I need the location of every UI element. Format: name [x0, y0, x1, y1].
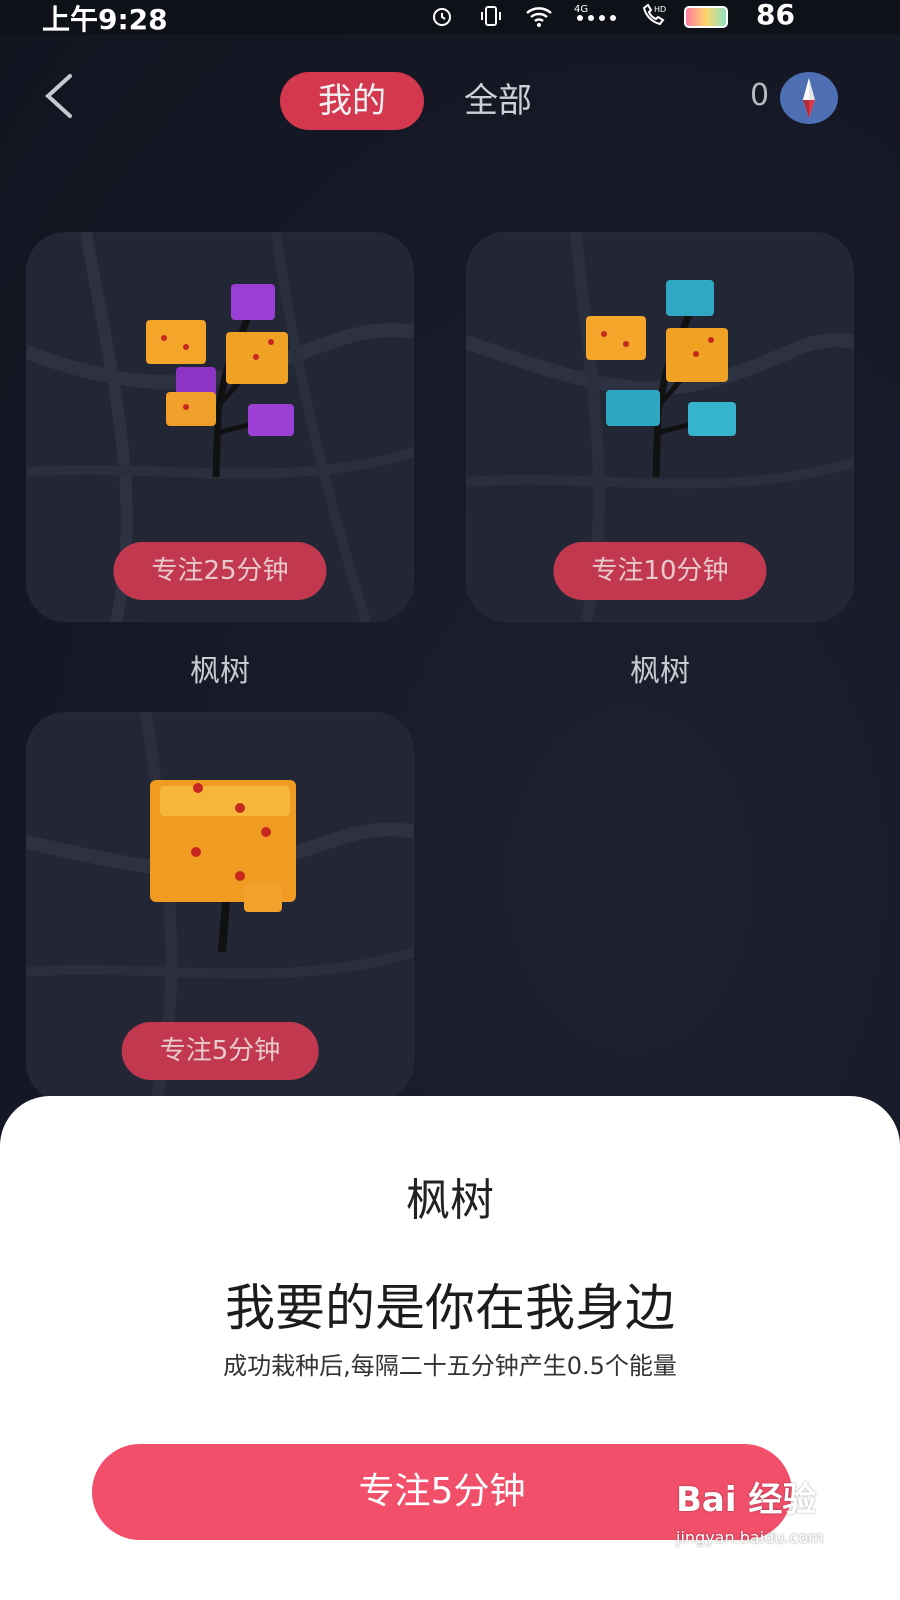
vibrate-icon	[481, 6, 501, 26]
watermark-url: jingyan.baidu.com	[676, 1528, 824, 1547]
alarm-icon	[433, 8, 451, 26]
compass-icon[interactable]	[780, 72, 838, 124]
battery-icon	[684, 6, 728, 28]
tree-name: 枫树	[190, 654, 250, 689]
focus-duration-button[interactable]: 专注5分钟	[121, 1022, 319, 1080]
sheet-title: 枫树	[406, 1175, 494, 1226]
tab-all[interactable]: 全部	[454, 72, 542, 130]
focus-duration-button[interactable]: 专注25分钟	[113, 542, 327, 600]
coin-count: 0	[750, 78, 770, 113]
svg-text:4G: 4G	[574, 4, 588, 15]
wifi-icon	[526, 7, 552, 27]
sheet-description: 成功栽种后,每隔二十五分钟产生0.5个能量	[223, 1352, 677, 1380]
focus-duration-button[interactable]: 专注10分钟	[553, 542, 767, 600]
status-bar: 上午9:28 4G HD 86	[0, 0, 900, 36]
tree-name: 枫树	[630, 654, 690, 689]
back-icon[interactable]	[40, 72, 80, 120]
signal-4g-icon: 4G	[574, 4, 616, 21]
svg-text:HD: HD	[654, 5, 666, 14]
status-time: 上午9:28	[42, 3, 168, 36]
watermark-brand: Bai 经验	[676, 1480, 817, 1520]
app-screen: 上午9:28 4G HD 86 我的 全部 0 专注25分钟 枫树 专注10分钟…	[0, 0, 900, 1600]
hd-call-icon: HD	[642, 3, 666, 26]
battery-level: 86	[756, 0, 795, 31]
tree-card[interactable]: 专注10分钟	[466, 232, 854, 622]
sheet-quote: 我要的是你在我身边	[225, 1279, 675, 1337]
tab-mine[interactable]: 我的	[280, 72, 424, 130]
tree-card[interactable]: 专注5分钟	[26, 712, 414, 1102]
tree-card[interactable]: 专注25分钟	[26, 232, 414, 622]
watermark: Bai 经验 jingyan.baidu.com	[676, 1468, 856, 1564]
tab-bar: 我的 全部	[280, 72, 542, 130]
